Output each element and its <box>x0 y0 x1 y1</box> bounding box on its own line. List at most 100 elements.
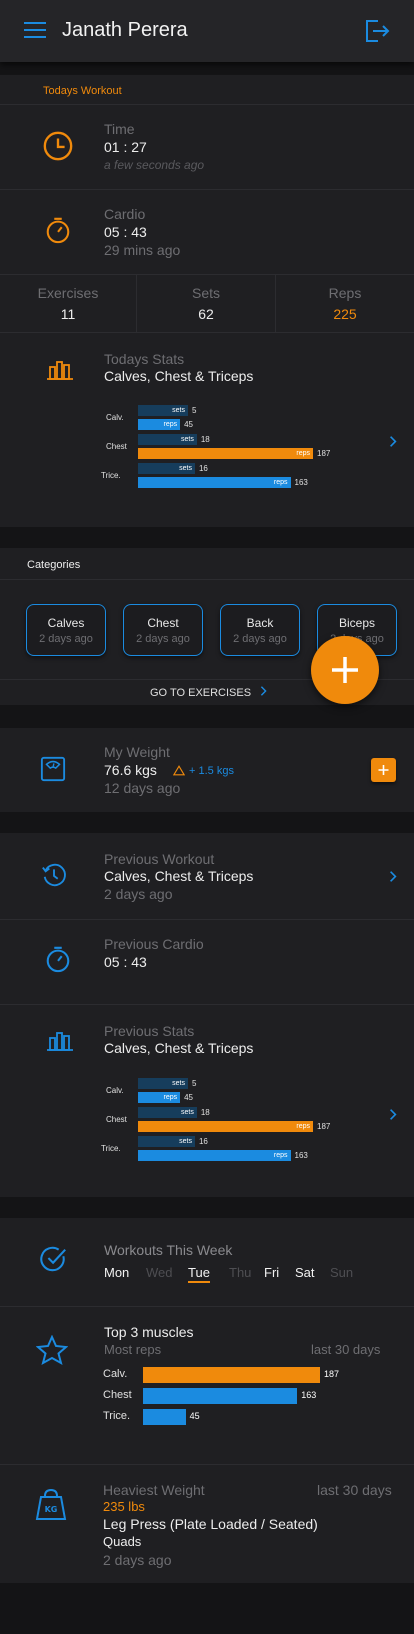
category-calves[interactable]: Calves 2 days ago <box>26 604 106 656</box>
top-muscle-value: 187 <box>324 1369 340 1379</box>
time-value: 01 : 27 <box>104 139 147 155</box>
category-ago: 2 days ago <box>233 633 287 645</box>
reps-bar: reps <box>138 1092 181 1103</box>
sets-value-label: 5 <box>192 406 197 415</box>
week-label: Workouts This Week <box>104 1242 233 1258</box>
weight-value: 76.6 kgs <box>104 762 157 778</box>
reps-value-label: 163 <box>294 1151 308 1160</box>
prev-cardio-label: Previous Cardio <box>104 936 204 952</box>
category-name: Chest <box>147 616 179 630</box>
top-muscle-label: Trice. <box>103 1410 131 1422</box>
sets-value-label: 16 <box>198 1137 208 1146</box>
top-muscles-range: last 30 days <box>311 1342 381 1357</box>
add-fab-button[interactable] <box>311 636 379 704</box>
weekday-mon: Mon <box>104 1265 130 1280</box>
weekday-tue: Tue <box>188 1265 210 1283</box>
svg-text:KG: KG <box>45 1505 58 1514</box>
prev-stats-label: Previous Stats <box>104 1023 195 1039</box>
top-muscle-value: 163 <box>301 1390 317 1400</box>
sets-bar: sets <box>138 434 197 445</box>
category-name: Back <box>246 616 274 630</box>
cardio-value: 05 : 43 <box>104 224 147 240</box>
sets-bar: sets <box>138 463 195 474</box>
time-ago: a few seconds ago <box>104 158 205 172</box>
sets-bar: sets <box>138 1107 197 1118</box>
week-row: Workouts This Week <box>0 1218 414 1306</box>
reps-bar: reps <box>138 419 181 430</box>
heaviest-exercise: Leg Press (Plate Loaded / Seated) <box>103 1516 318 1532</box>
sets-value-label: 18 <box>200 1108 210 1117</box>
stats-category-label: Calv. <box>106 413 124 422</box>
reps-bar: reps <box>138 448 313 459</box>
sets-bar: sets <box>138 1078 188 1089</box>
categories-divider <box>0 579 414 580</box>
weekday-thu: Thu <box>229 1265 252 1280</box>
prev-workout-label: Previous Workout <box>104 851 215 867</box>
top-muscle-bar <box>143 1409 186 1425</box>
category-name: Calves <box>47 616 85 630</box>
history-icon <box>42 863 66 887</box>
prev-workout-ago: 2 days ago <box>104 886 173 902</box>
add-weight-button[interactable] <box>371 758 396 782</box>
todays-stats-row[interactable]: Todays Stats Calves, Chest & Triceps Cal… <box>0 332 414 527</box>
section-label: Todays Workout <box>43 85 122 97</box>
heaviest-ago: 2 days ago <box>103 1552 172 1568</box>
top-muscle-value: 45 <box>189 1411 200 1421</box>
chevron-right-icon[interactable] <box>389 1108 397 1121</box>
warning-triangle-icon <box>173 765 185 776</box>
todays-workout-card: Todays Workout Time 01 : 27 a few second… <box>0 75 414 527</box>
heaviest-label: Heaviest Weight <box>103 1482 205 1498</box>
reps-value-label: 45 <box>184 420 194 429</box>
weight-change: + 1.5 kgs <box>189 765 234 777</box>
hamburger-icon[interactable] <box>24 21 46 39</box>
weight-card: My Weight 76.6 kgs + 1.5 kgs 12 days ago <box>0 728 414 812</box>
sets-bar: sets <box>138 1136 195 1147</box>
weight-label: My Weight <box>104 744 170 760</box>
previous-workout-row[interactable]: Previous Workout Calves, Chest & Triceps… <box>0 833 414 919</box>
heaviest-row: KG Heaviest Weight last 30 days 235 lbs … <box>0 1464 414 1583</box>
category-chest[interactable]: Chest 2 days ago <box>123 604 203 656</box>
plus-icon <box>378 765 389 775</box>
weekday-sun: Sun <box>330 1265 354 1280</box>
kettlebell-kg-icon: KG <box>35 1488 67 1520</box>
reps-value-label: 187 <box>317 449 331 458</box>
top-muscle-bar <box>143 1367 320 1383</box>
logout-icon[interactable] <box>364 18 390 44</box>
stats-category-label: Calv. <box>106 1086 124 1095</box>
previous-stats-row[interactable]: Previous Stats Calves, Chest & Triceps C… <box>0 1004 414 1197</box>
weekday-fri: Fri <box>264 1265 280 1280</box>
time-row: Time 01 : 27 a few seconds ago <box>0 104 414 189</box>
reps-bar: reps <box>138 1150 291 1161</box>
sets-value-label: 5 <box>192 1079 197 1088</box>
chevron-right-icon[interactable] <box>389 435 397 448</box>
previous-card: Previous Workout Calves, Chest & Triceps… <box>0 833 414 1197</box>
sets-value-label: 16 <box>198 464 208 473</box>
prev-workout-title: Calves, Chest & Triceps <box>104 868 254 884</box>
top-muscles-chart: Calv. 187 Chest 163 Trice. 45 <box>0 1367 414 1437</box>
heaviest-value: 235 lbs <box>103 1499 145 1514</box>
prev-stats-title: Calves, Chest & Triceps <box>104 1040 254 1056</box>
stats-title: Calves, Chest & Triceps <box>104 368 254 384</box>
categories-label: Categories <box>27 559 81 571</box>
heaviest-range: last 30 days <box>317 1482 392 1498</box>
stats-category-label: Trice. <box>101 471 121 480</box>
category-back[interactable]: Back 2 days ago <box>220 604 300 656</box>
plus-icon <box>332 657 358 683</box>
app-header: Janath Perera <box>0 0 414 62</box>
time-label: Time <box>104 121 135 137</box>
top-muscles-title: Top 3 muscles <box>104 1324 194 1340</box>
cardio-ago: 29 mins ago <box>104 242 181 258</box>
bar-chart-icon <box>47 1032 73 1051</box>
goto-exercises-link[interactable]: GO TO EXERCISES <box>150 686 267 699</box>
sets-cell: Sets 62 <box>137 275 276 333</box>
weekday-sat: Sat <box>295 1265 315 1280</box>
heaviest-muscle: Quads <box>103 1534 142 1549</box>
stopwatch-icon <box>46 217 70 244</box>
reps-value: 225 <box>333 306 357 322</box>
goto-label: GO TO EXERCISES <box>150 687 252 699</box>
stats-category-label: Chest <box>106 1115 127 1124</box>
category-ago: 2 days ago <box>136 633 190 645</box>
sets-bar: sets <box>138 405 188 416</box>
weekday-wed: Wed <box>146 1265 173 1280</box>
sets-value-label: 18 <box>200 435 210 444</box>
